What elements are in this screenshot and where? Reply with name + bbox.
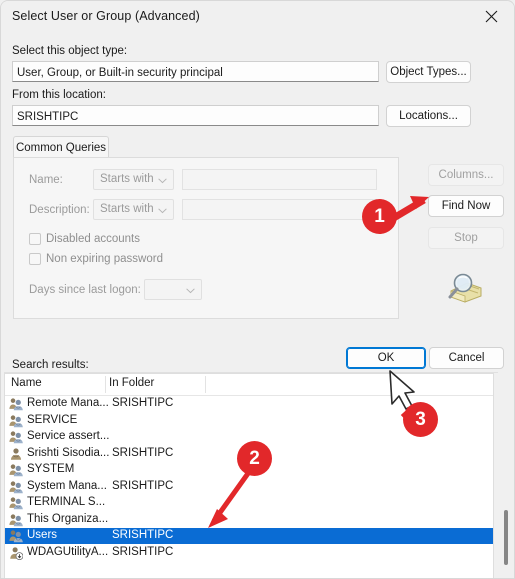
- column-divider[interactable]: [105, 376, 106, 393]
- row-in-folder: SRISHTIPC: [112, 529, 174, 541]
- close-button[interactable]: [469, 1, 514, 32]
- annotation-marker-3: 3: [403, 402, 438, 437]
- object-type-label: Select this object type:: [12, 45, 128, 57]
- group-icon: [9, 414, 23, 428]
- name-condition-select[interactable]: Starts with: [93, 169, 174, 190]
- table-row[interactable]: System Mana... SRISHTIPC: [5, 479, 493, 495]
- group-icon: [9, 529, 23, 543]
- non-expiring-password-checkbox[interactable]: [29, 253, 41, 265]
- chevron-down-icon: [158, 200, 167, 221]
- locations-button[interactable]: Locations...: [386, 105, 471, 127]
- name-value-input[interactable]: [182, 169, 377, 190]
- find-now-button[interactable]: Find Now: [428, 195, 504, 217]
- location-field[interactable]: SRISHTIPC: [12, 105, 379, 126]
- column-header-in-folder[interactable]: In Folder: [109, 377, 154, 389]
- user-download-icon: [9, 546, 24, 560]
- row-name: SYSTEM: [27, 463, 75, 475]
- days-since-logon-select[interactable]: [144, 279, 202, 300]
- tab-common-queries[interactable]: Common Queries: [13, 136, 109, 158]
- row-name: WDAGUtilityA...: [27, 545, 109, 558]
- row-name: Srishti Sisodia...: [27, 446, 110, 459]
- close-icon: [485, 10, 498, 23]
- days-since-logon-label: Days since last logon:: [29, 284, 141, 296]
- cancel-button[interactable]: Cancel: [429, 347, 504, 369]
- row-name: Service assert...: [27, 430, 110, 442]
- column-header-name[interactable]: Name: [11, 377, 42, 389]
- row-name: System Mana...: [27, 479, 107, 492]
- description-value-input[interactable]: [182, 199, 377, 220]
- list-left-gutter: [1, 372, 4, 578]
- scrollbar-thumb[interactable]: [504, 510, 508, 565]
- row-in-folder: SRISHTIPC: [112, 446, 174, 459]
- row-name: SERVICE: [27, 413, 78, 426]
- title-bar: Select User or Group (Advanced): [1, 1, 514, 33]
- row-name: TERMINAL S...: [27, 496, 106, 508]
- row-in-folder: SRISHTIPC: [112, 479, 174, 492]
- annotation-marker-1: 1: [362, 199, 397, 234]
- group-icon: [9, 480, 23, 494]
- description-condition-select[interactable]: Starts with: [93, 199, 174, 220]
- table-row[interactable]: This Organiza...: [5, 512, 493, 528]
- group-icon: [9, 463, 23, 477]
- user-icon: [9, 447, 23, 461]
- group-icon: [9, 397, 23, 411]
- row-name: This Organiza...: [27, 512, 109, 525]
- name-condition-value: Starts with: [100, 173, 154, 185]
- row-in-folder: SRISHTIPC: [112, 397, 174, 409]
- object-type-field[interactable]: User, Group, or Built-in security princi…: [12, 61, 379, 82]
- magnifier-folder-icon: [441, 271, 483, 305]
- location-label: From this location:: [12, 89, 106, 101]
- description-label: Description:: [29, 204, 90, 216]
- stop-button[interactable]: Stop: [428, 227, 504, 249]
- ok-button[interactable]: OK: [346, 347, 426, 369]
- description-condition-value: Starts with: [100, 203, 154, 215]
- row-in-folder: SRISHTIPC: [112, 545, 174, 558]
- table-row[interactable]: TERMINAL S...: [5, 495, 493, 511]
- vertical-scrollbar[interactable]: [498, 372, 514, 578]
- select-user-or-group-dialog: Select User or Group (Advanced) Select t…: [0, 0, 515, 579]
- column-divider[interactable]: [205, 376, 206, 393]
- window-title: Select User or Group (Advanced): [12, 9, 200, 23]
- search-results-label: Search results:: [12, 359, 89, 371]
- name-label: Name:: [29, 174, 63, 186]
- row-name: Users: [27, 529, 58, 541]
- annotation-marker-2: 2: [237, 441, 272, 476]
- disabled-accounts-label: Disabled accounts: [46, 233, 140, 245]
- table-row[interactable]: Users SRISHTIPC: [5, 528, 493, 544]
- group-icon: [9, 513, 23, 527]
- chevron-down-icon: [158, 170, 167, 191]
- group-icon: [9, 496, 23, 510]
- group-icon: [9, 430, 23, 444]
- disabled-accounts-checkbox[interactable]: [29, 233, 41, 245]
- results-header: Name In Folder: [5, 374, 493, 396]
- object-types-button[interactable]: Object Types...: [386, 61, 471, 83]
- table-row[interactable]: WDAGUtilityA... SRISHTIPC: [5, 545, 493, 561]
- non-expiring-password-label: Non expiring password: [46, 253, 163, 265]
- columns-button[interactable]: Columns...: [428, 164, 504, 186]
- row-name: Remote Mana...: [27, 397, 109, 409]
- chevron-down-icon: [186, 280, 195, 301]
